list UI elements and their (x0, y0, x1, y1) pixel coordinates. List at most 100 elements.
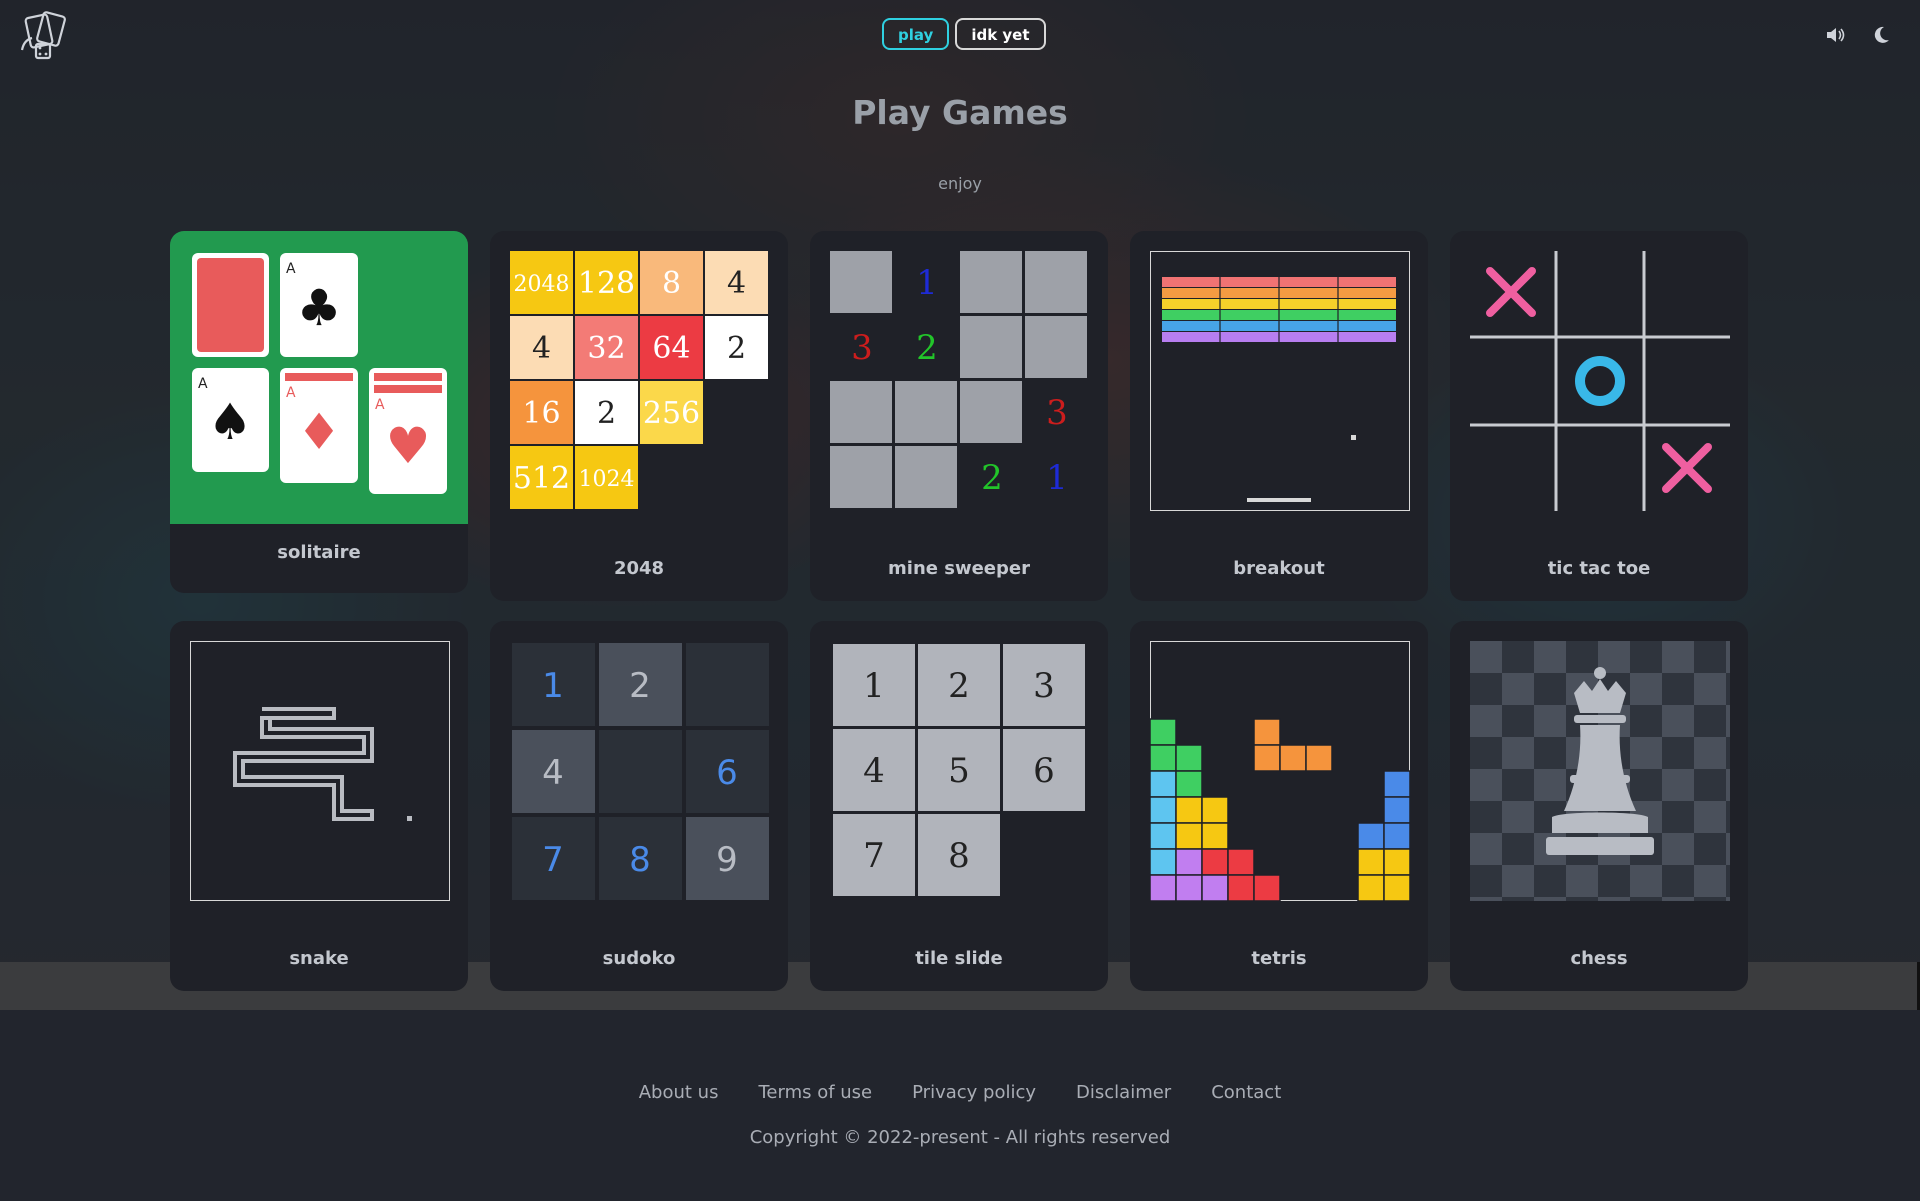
svg-text:512: 512 (513, 461, 570, 496)
svg-text:A: A (286, 385, 296, 401)
sudoku-thumbnail: 1 2 4 6 7 8 9 (512, 643, 769, 900)
sudoku-digit: 9 (716, 840, 738, 880)
tile-2: 2 (575, 381, 638, 444)
x-mark (1486, 267, 1536, 317)
snake-food (407, 816, 412, 821)
game-label: tic tac toe (1547, 558, 1651, 579)
page-title: Play Games (852, 93, 1068, 132)
svg-text:4: 4 (727, 266, 746, 301)
tile-4: 4 (510, 316, 573, 379)
game-card-mine-sweeper[interactable]: 1 3 2 3 2 1 mine sweeper (810, 231, 1108, 601)
svg-text:♦: ♦ (297, 403, 342, 461)
game-card-tile-slide[interactable]: 1 2 3 4 5 6 7 8 tile slide (810, 621, 1108, 991)
tile-256: 256 (640, 381, 703, 444)
breakout-thumbnail (1150, 251, 1410, 511)
game-card-breakout[interactable]: breakout (1130, 231, 1428, 601)
game-label: sudoko (602, 948, 676, 969)
tile-4: 4 (705, 251, 768, 314)
svg-text:A: A (286, 261, 296, 277)
svg-text:♠: ♠ (208, 393, 253, 451)
nav-play-button[interactable]: play (882, 18, 950, 50)
sudoku-digit: 2 (629, 666, 651, 706)
svg-text:64: 64 (652, 331, 690, 366)
tile-number: 4 (863, 751, 885, 791)
snake-body (233, 707, 374, 821)
footer-link-about[interactable]: About us (639, 1082, 719, 1103)
svg-text:2: 2 (597, 396, 616, 431)
svg-text:2048: 2048 (514, 272, 570, 297)
svg-text:16: 16 (522, 396, 560, 431)
footer-copyright: Copyright © 2022-present - All rights re… (749, 1127, 1171, 1148)
svg-text:2: 2 (727, 331, 746, 366)
tile-2: 2 (705, 316, 768, 379)
logo-icon[interactable] (18, 10, 72, 62)
card-ace-clubs: A ♣ (280, 253, 358, 357)
game-card-solitaire[interactable]: A ♣ A ♠ A ♦ A ♥ solitaire (170, 231, 468, 593)
svg-text:A: A (375, 397, 385, 413)
game-label: tile slide (915, 948, 1003, 969)
game-card-chess[interactable]: chess (1450, 621, 1748, 991)
mine-number: 3 (1046, 393, 1068, 433)
game-card-2048[interactable]: 2048 128 8 4 4 32 64 2 16 2 256 512 1024… (490, 231, 788, 601)
mine-number: 1 (1046, 458, 1068, 498)
svg-text:♥: ♥ (386, 417, 431, 475)
moon-icon[interactable] (1870, 24, 1892, 46)
svg-text:8: 8 (662, 266, 681, 301)
tile-number: 3 (1033, 666, 1055, 706)
game-label: solitaire (277, 542, 361, 563)
game-card-tetris[interactable]: tetris (1130, 621, 1428, 991)
svg-text:♣: ♣ (297, 279, 342, 337)
card-ace-hearts: A ♥ (369, 368, 447, 494)
game-card-sudoko[interactable]: 1 2 4 6 7 8 9 sudoko (490, 621, 788, 991)
tile-16: 16 (510, 381, 573, 444)
tetris-blocks (1150, 718, 1410, 901)
tile-number: 6 (1033, 751, 1055, 791)
tileslide-thumbnail: 1 2 3 4 5 6 7 8 (833, 644, 1085, 896)
tile-number: 1 (863, 666, 885, 706)
top-nav: play idk yet (882, 18, 1046, 50)
sound-icon[interactable] (1824, 24, 1846, 46)
footer-links: About us Terms of use Privacy policy Dis… (0, 1082, 1920, 1103)
tile-128: 128 (575, 251, 638, 314)
tetris-thumbnail (1150, 641, 1410, 901)
svg-text:32: 32 (587, 331, 625, 366)
snake-thumbnail (190, 641, 450, 901)
mine-number: 2 (916, 328, 938, 368)
sudoku-digit: 4 (542, 753, 564, 793)
footer-link-privacy[interactable]: Privacy policy (912, 1082, 1036, 1103)
solitaire-thumbnail: A ♣ A ♠ A ♦ A ♥ (170, 231, 468, 524)
tile-number: 7 (863, 836, 885, 876)
o-mark (1575, 356, 1625, 406)
game-label: tetris (1251, 948, 1307, 969)
game-label: breakout (1233, 558, 1325, 579)
brick-rows (1162, 277, 1396, 342)
page-subtitle: enjoy (938, 174, 982, 193)
footer-link-terms[interactable]: Terms of use (758, 1082, 872, 1103)
chess-thumbnail (1470, 641, 1730, 901)
mine-number: 1 (916, 263, 938, 303)
x-mark (1662, 443, 1712, 493)
game-card-tic-tac-toe[interactable]: tic tac toe (1450, 231, 1748, 601)
footer-link-disclaimer[interactable]: Disclaimer (1076, 1082, 1171, 1103)
svg-text:128: 128 (578, 266, 635, 301)
mine-number: 3 (851, 328, 873, 368)
tile-8: 8 (640, 251, 703, 314)
tile-number: 8 (948, 836, 970, 876)
game-label: snake (289, 948, 349, 969)
game-label: 2048 (613, 558, 665, 579)
nav-idk-yet-button[interactable]: idk yet (955, 18, 1046, 50)
svg-text:A: A (198, 376, 208, 392)
sudoku-digit: 1 (542, 666, 564, 706)
tile-2048: 2048 (510, 251, 573, 314)
sudoku-digit: 6 (716, 753, 738, 793)
svg-text:4: 4 (532, 331, 551, 366)
paddle (1247, 498, 1311, 502)
game-card-snake[interactable]: snake (170, 621, 468, 991)
footer-link-contact[interactable]: Contact (1211, 1082, 1281, 1103)
ball (1351, 435, 1356, 440)
svg-text:1024: 1024 (579, 467, 635, 492)
tile-1024: 1024 (575, 446, 638, 509)
game-label: chess (1570, 948, 1628, 969)
2048-thumbnail: 2048 128 8 4 4 32 64 2 16 2 256 512 1024 (510, 251, 768, 509)
svg-text:256: 256 (643, 396, 700, 431)
